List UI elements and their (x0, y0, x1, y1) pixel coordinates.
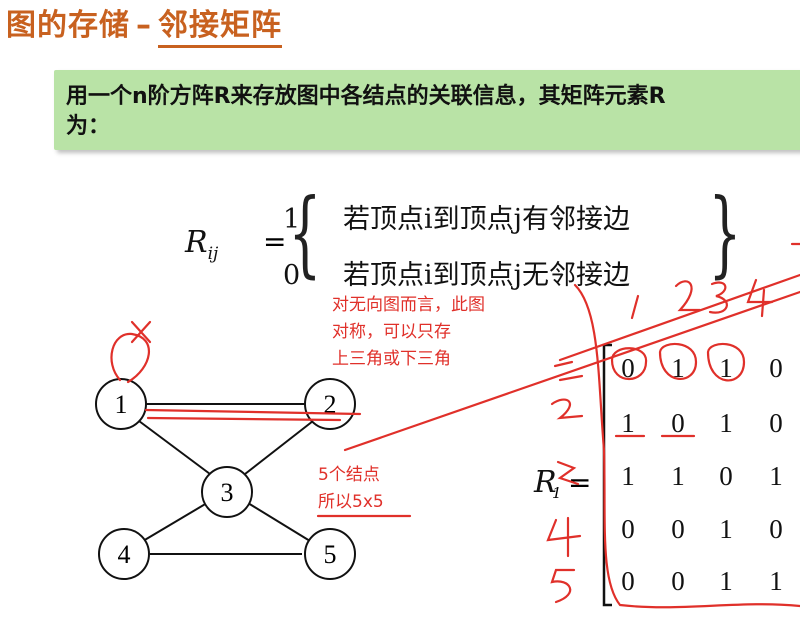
matrix-cell: 1 (769, 566, 783, 596)
node-3-label: 3 (221, 478, 234, 507)
matrix-cell: 1 (719, 566, 733, 596)
matrix-cell: 1 (769, 461, 783, 491)
graph-node-3: 3 (201, 466, 253, 518)
hand-col-2 (674, 280, 702, 312)
node-4-label: 4 (118, 540, 131, 569)
matrix-cell: 1 (671, 461, 685, 491)
edge-3-5 (247, 502, 311, 542)
matrix-cell: 0 (671, 408, 685, 438)
node-5-label: 5 (324, 540, 337, 569)
matrix-cell: 0 (671, 514, 685, 544)
edge-1-3 (138, 420, 211, 475)
node-count-note: 5个结点 所以5x5 (318, 462, 458, 516)
graph-node-2: 2 (304, 378, 356, 430)
hand-col-1 (630, 294, 640, 320)
matrix-cell: 1 (719, 408, 733, 438)
hand-row-2 (550, 398, 584, 420)
cross-mark (130, 320, 152, 344)
edge-2-3 (244, 420, 314, 475)
hand-row-4 (546, 516, 582, 558)
matrix-cell: 0 (671, 566, 685, 596)
edge-3-4 (142, 502, 208, 542)
node-2-label: 2 (324, 390, 337, 419)
self-loop-scribble (110, 332, 150, 384)
hand-col-3 (708, 281, 728, 314)
hand-row-1 (553, 360, 584, 382)
node-1-label: 1 (115, 390, 128, 419)
matrix-cell: 1 (621, 408, 635, 438)
matrix-cell: 0 (769, 514, 783, 544)
node-count-note-line: 所以5x5 (318, 492, 384, 512)
matrix-cell: 0 (621, 514, 635, 544)
node-count-note-line: 5个结点 (318, 465, 380, 485)
symmetry-note-line: 上三角或下三角 (332, 349, 451, 369)
matrix-label-subscript: 1 (552, 484, 562, 502)
hand-row-5 (550, 568, 576, 604)
matrix-cell: 0 (769, 408, 783, 438)
matrix-cell: 0 (621, 566, 635, 596)
symmetry-note: 对无向图而言，此图 对称，可以只存 上三角或下三角 (332, 292, 542, 373)
matrix-cells: 0 1 1 0 1 0 1 0 1 1 0 1 0 0 1 0 0 0 1 1 (621, 353, 783, 596)
matrix-cell: 0 (719, 461, 733, 491)
graph-node-1: 1 (95, 378, 147, 430)
symmetry-note-line: 对称，可以只存 (332, 322, 451, 342)
matrix-cell: 1 (719, 514, 733, 544)
symmetry-note-line: 对无向图而言，此图 (332, 295, 485, 315)
graph-node-5: 5 (304, 528, 356, 580)
hand-bracket (573, 283, 800, 609)
matrix-cell: 0 (769, 353, 783, 383)
graph-node-4: 4 (98, 528, 150, 580)
matrix-cell: 1 (621, 461, 635, 491)
